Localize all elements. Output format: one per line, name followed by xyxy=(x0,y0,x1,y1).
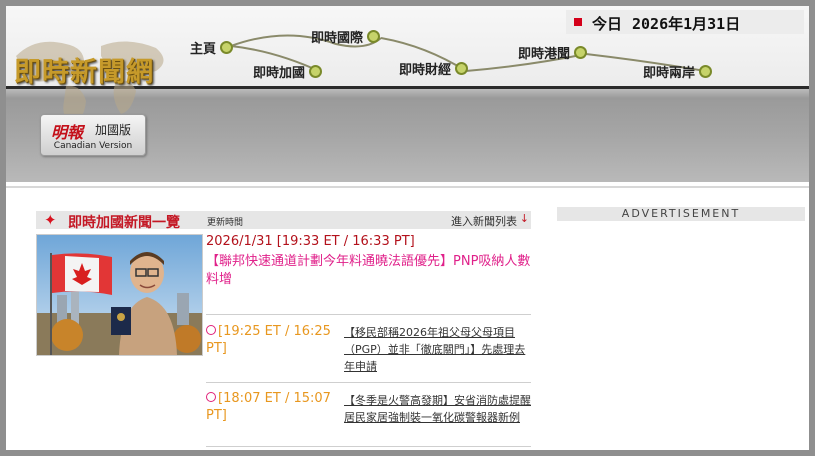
arrow-down-icon: ↓ xyxy=(519,212,529,225)
nav-finance[interactable]: 即時財經 xyxy=(399,59,469,78)
nav-hongkong[interactable]: 即時港聞 xyxy=(518,43,588,62)
site-header: 今日 2026年1月31日 主頁 即時加國 即時國際 即時財經 即時港聞 即時兩… xyxy=(6,6,809,182)
lead-news-photo[interactable] xyxy=(36,234,203,356)
news-item-headline-link[interactable]: 【冬季是火警高發期】安省消防處提醒居民家居強制裝一氧化碳警報器新例 xyxy=(344,392,532,426)
nav-international[interactable]: 即時國際 xyxy=(311,27,381,46)
lead-news-time: 2026/1/31 [19:33 ET / 16:33 PT] xyxy=(206,234,415,249)
date-marker-icon xyxy=(574,18,582,26)
mingpao-canada-badge[interactable]: 明報 加國版 Canadian Version xyxy=(40,114,146,156)
photo-illustration xyxy=(37,235,202,355)
news-item-headline: 【冬季是火警高發期】安省消防處提醒居民家居強制裝一氧化碳警報器新例 xyxy=(344,394,531,424)
date-label: 今日 xyxy=(592,15,623,33)
date-value: 2026年1月31日 xyxy=(632,15,741,33)
nav-dot-icon xyxy=(220,41,234,54)
nav-dot-icon xyxy=(309,65,323,78)
clock-icon xyxy=(206,392,216,402)
updated-time-label: 更新時間 xyxy=(207,218,244,228)
page: 今日 2026年1月31日 主頁 即時加國 即時國際 即時財經 即時港聞 即時兩… xyxy=(6,6,809,450)
news-item-time: [19:25 ET / 16:25 PT] xyxy=(206,323,336,357)
nav-dot-icon xyxy=(367,30,381,43)
nav-dot-icon xyxy=(699,65,713,78)
enter-news-list-link[interactable]: 進入新聞列表 xyxy=(451,213,517,229)
news-section-header: ✦ 即時加國新聞一覽 更新時間 進入新聞列表 ↓ xyxy=(36,211,531,231)
nav-hongkong-label: 即時港聞 xyxy=(518,47,571,62)
clock-icon xyxy=(206,325,216,335)
row-divider xyxy=(206,382,531,383)
mingpao-logo: 明報 xyxy=(51,123,84,142)
nav-dot-icon xyxy=(574,46,588,59)
lead-news-headline-link[interactable]: 【聯邦快速通道計劃今年料通曉法語優先】PNP吸納人數料增 xyxy=(206,253,531,289)
maple-leaf-icon: ✦ xyxy=(44,211,57,229)
row-divider xyxy=(206,446,531,447)
browser-frame: 今日 2026年1月31日 主頁 即時加國 即時國際 即時財經 即時港聞 即時兩… xyxy=(0,0,815,456)
news-section-title: 即時加國新聞一覽 xyxy=(68,215,180,231)
site-logo-title[interactable]: 即時新聞網 xyxy=(14,50,154,89)
nav-home-label: 主頁 xyxy=(190,42,217,57)
header-top-band: 今日 2026年1月31日 主頁 即時加國 即時國際 即時財經 即時港聞 即時兩… xyxy=(6,6,809,126)
nav-finance-label: 即時財經 xyxy=(399,63,452,78)
today-date-box: 今日 2026年1月31日 xyxy=(566,10,804,34)
edition-english-label: Canadian Version xyxy=(53,141,133,151)
news-item-headline: 【移民部稱2026年祖父母父母項目（PGP）並非「徹底關門」】先處理去年申請 xyxy=(344,326,526,373)
nav-dot-icon xyxy=(455,62,469,75)
nav-canada[interactable]: 即時加國 xyxy=(253,62,323,81)
nav-cross-strait-label: 即時兩岸 xyxy=(643,66,696,81)
nav-international-label: 即時國際 xyxy=(311,31,364,46)
advertisement-label: ADVERTISEMENT xyxy=(557,207,805,221)
edition-label: 加國版 xyxy=(95,123,132,137)
row-divider xyxy=(206,314,531,315)
nav-cross-strait[interactable]: 即時兩岸 xyxy=(643,62,713,81)
news-item-time-text: [19:25 ET / 16:25 PT] xyxy=(206,324,331,356)
nav-home[interactable]: 主頁 xyxy=(190,38,234,57)
header-divider xyxy=(6,186,809,188)
news-item-time-text: [18:07 ET / 15:07 PT] xyxy=(206,391,331,423)
nav-canada-label: 即時加國 xyxy=(253,66,306,81)
news-item-headline-link[interactable]: 【移民部稱2026年祖父母父母項目（PGP）並非「徹底關門」】先處理去年申請 xyxy=(344,324,532,375)
news-item-time: [18:07 ET / 15:07 PT] xyxy=(206,390,336,424)
